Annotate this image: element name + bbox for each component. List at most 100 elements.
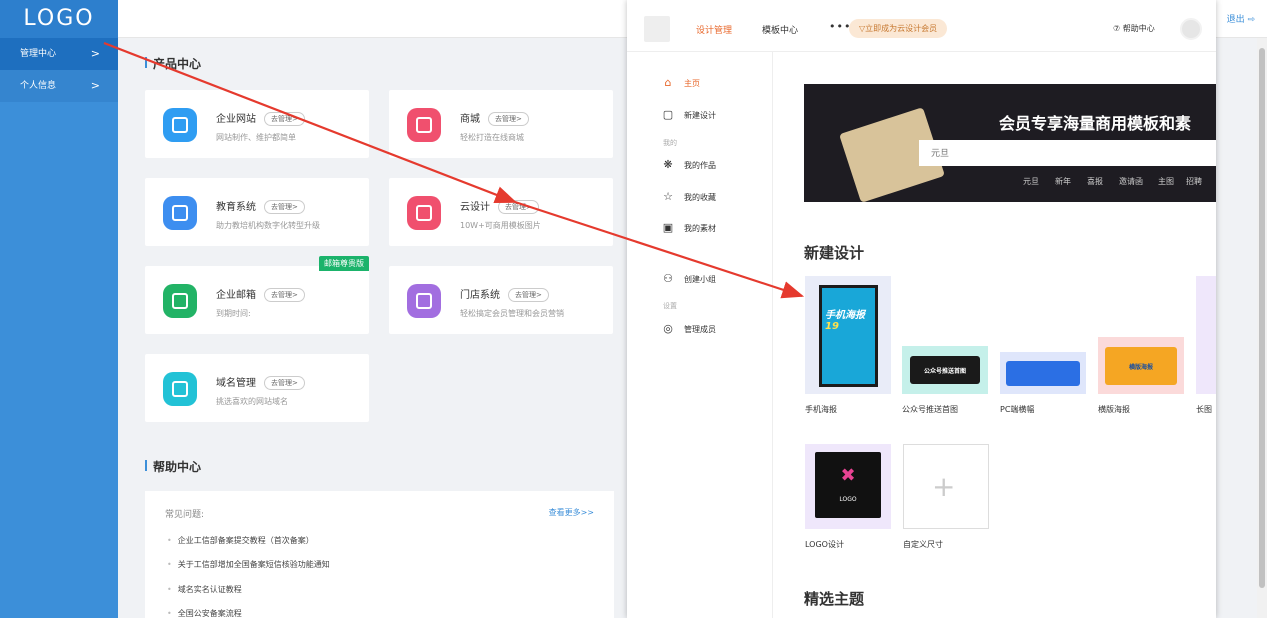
keyword-link[interactable]: 喜报: [1087, 176, 1103, 187]
faq-link[interactable]: 域名实名认证教程: [167, 584, 242, 595]
logout-button[interactable]: 退出 ⇨: [1227, 12, 1255, 25]
manage-button[interactable]: 去管理>: [488, 112, 529, 126]
product-card-domain[interactable]: 域名管理 去管理> 挑选喜欢的网站域名: [145, 354, 369, 422]
chevron-right-icon: >: [90, 79, 100, 92]
template-search-input[interactable]: [919, 140, 1216, 166]
template-label: 长图: [1196, 405, 1212, 414]
nav-label: 我的素材: [684, 224, 716, 233]
banner-headline: 会员专享海量商用模板和素: [999, 114, 1192, 133]
view-more-link[interactable]: 查看更多>>: [549, 507, 594, 518]
nav-materials[interactable]: ▣ 我的素材: [662, 221, 716, 234]
nav-home[interactable]: ⌂ 主页: [662, 76, 701, 89]
card-description: 轻松搞定会员管理和会员营销: [460, 309, 564, 318]
manage-button[interactable]: 去管理>: [264, 376, 305, 390]
poster-number: 19: [825, 321, 839, 332]
product-card-store[interactable]: 门店系统 去管理> 轻松搞定会员管理和会员营销: [389, 266, 613, 334]
manage-button[interactable]: 去管理>: [498, 200, 539, 214]
page-root: LOGO 管理中心 > 个人信息 > 退出 ⇨ 产品中心 企业网站 去管理> 网站…: [0, 0, 1267, 618]
manage-button[interactable]: 去管理>: [264, 288, 305, 302]
mail-icon: [163, 284, 197, 318]
avatar[interactable]: [1180, 18, 1202, 40]
new-design-title: 新建设计: [804, 244, 865, 262]
help-panel: 常见问题: 查看更多>> 企业工信部备案提交教程（首次备案） 关于工信部增加全国…: [145, 491, 614, 618]
website-icon: [163, 108, 197, 142]
scrollbar-thumb[interactable]: [1259, 48, 1265, 588]
vip-upgrade-button[interactable]: ▽立即成为云设计会员: [849, 19, 948, 38]
product-card-education[interactable]: 教育系统 去管理> 助力教培机构数字化转型升级: [145, 178, 369, 246]
shop-icon: [407, 108, 441, 142]
tab-template-center[interactable]: 模板中心: [762, 23, 798, 36]
nav-create-group[interactable]: ⚇ 创建小组: [662, 272, 716, 285]
card-description: 助力教培机构数字化转型升级: [216, 221, 320, 230]
faq-label: 常见问题:: [165, 510, 205, 520]
section-title-help-center: 帮助中心: [145, 458, 201, 475]
template-wechat-cover[interactable]: 公众号推送首图: [902, 346, 988, 394]
mobile-poster-thumbnail: 手机海报 19: [819, 285, 878, 387]
nav-my-works[interactable]: ❋ 我的作品: [662, 158, 716, 171]
status-badge: 邮箱尊贵版: [319, 256, 369, 271]
domain-icon: [163, 372, 197, 406]
chevron-right-icon: >: [90, 47, 100, 60]
template-logo-design[interactable]: LOGO ✖: [805, 444, 891, 529]
template-label: 公众号推送首图: [902, 405, 958, 414]
faq-link[interactable]: 企业工信部备案提交教程（首次备案）: [167, 535, 314, 546]
template-landscape-poster[interactable]: 横版海报: [1098, 337, 1184, 394]
product-card-shop[interactable]: 商城 去管理> 轻松打造在线商城: [389, 90, 613, 158]
manage-button[interactable]: 去管理>: [508, 288, 549, 302]
nav-favorites[interactable]: ☆ 我的收藏: [662, 190, 716, 203]
product-card-website[interactable]: 企业网站 去管理> 网站制作、维护都简单: [145, 90, 369, 158]
promo-banner[interactable]: 会员专享海量商用模板和素 元旦 新年 喜报 邀请函 主图 招聘: [804, 84, 1216, 202]
landscape-poster-thumbnail: 横版海报: [1105, 347, 1177, 385]
settings-icon: ◎: [663, 322, 673, 335]
custom-size-button[interactable]: +: [903, 444, 989, 529]
keyword-link[interactable]: 元旦: [1023, 176, 1039, 187]
manage-button[interactable]: 去管理>: [264, 112, 305, 126]
nav-label: 管理成员: [684, 325, 716, 334]
sidebar: LOGO 管理中心 > 个人信息 >: [0, 0, 118, 618]
nav-label: 我的作品: [684, 161, 716, 170]
template-long-image[interactable]: [1196, 276, 1216, 394]
keyword-link[interactable]: 邀请函: [1119, 176, 1143, 187]
thumbnail-text: 横版海报: [1128, 364, 1153, 371]
nav-manage-members[interactable]: ◎ 管理成员: [662, 322, 716, 335]
thumbnail-text: 公众号推送首图: [923, 368, 966, 375]
nav-new-design[interactable]: ▢ 新建设计: [662, 108, 716, 121]
keyword-link[interactable]: 招聘: [1186, 176, 1202, 187]
cloud-design-window: 设计管理 模板中心 ••• ▽立即成为云设计会员 ⑦ 帮助中心 ⌂ 主页 ▢ 新建设…: [627, 0, 1216, 618]
sidebar-item-management-center[interactable]: 管理中心 >: [0, 38, 118, 70]
image-icon: ▣: [662, 221, 674, 234]
card-description: 网站制作、维护都简单: [216, 133, 296, 142]
sidebar-item-label: 个人信息: [20, 81, 57, 91]
help-center-link[interactable]: ⑦ 帮助中心: [1113, 23, 1155, 34]
template-mobile-poster[interactable]: 手机海报 19: [805, 276, 891, 394]
sidebar-item-personal-info[interactable]: 个人信息 >: [0, 70, 118, 102]
manage-button[interactable]: 去管理>: [264, 200, 305, 214]
keyword-link[interactable]: 新年: [1055, 176, 1071, 187]
faq-link[interactable]: 关于工信部增加全国备案短信核验功能通知: [167, 559, 330, 570]
card-title: 教育系统: [216, 202, 256, 213]
page-scrollbar[interactable]: [1257, 38, 1267, 618]
education-icon: [163, 196, 197, 230]
section-title-product-center: 产品中心: [145, 55, 201, 72]
nav-group-label: 我的: [663, 139, 677, 147]
template-pc-banner[interactable]: [1000, 352, 1086, 394]
card-description: 轻松打造在线商城: [460, 133, 524, 142]
card-title: 云设计: [460, 202, 490, 213]
window-sidebar: ⌂ 主页 ▢ 新建设计 我的 ❋ 我的作品 ☆ 我的收藏 ▣ 我的素材 ⚇ 创建小组 设置 …: [627, 52, 773, 618]
store-icon: [407, 284, 441, 318]
sidebar-item-label: 管理中心: [20, 49, 57, 59]
nav-label: 我的收藏: [684, 193, 716, 202]
logo: LOGO: [0, 0, 118, 38]
nav-label: 创建小组: [684, 275, 716, 284]
cloud-design-icon: [407, 196, 441, 230]
template-label: LOGO设计: [805, 540, 844, 549]
product-card-mail[interactable]: 邮箱尊贵版 企业邮箱 去管理> 到期时间:: [145, 256, 369, 334]
faq-link[interactable]: 全国公安备案流程: [167, 608, 242, 618]
template-label: 手机海报: [805, 405, 837, 414]
card-title: 门店系统: [460, 290, 500, 301]
featured-topics-title: 精选主题: [804, 590, 865, 608]
tab-design-management[interactable]: 设计管理: [696, 23, 732, 36]
product-card-cloud-design[interactable]: 云设计 去管理> 10W+可商用模板图片: [389, 178, 613, 246]
window-header: 设计管理 模板中心 ••• ▽立即成为云设计会员 ⑦ 帮助中心: [627, 0, 1216, 52]
keyword-link[interactable]: 主图: [1158, 176, 1174, 187]
